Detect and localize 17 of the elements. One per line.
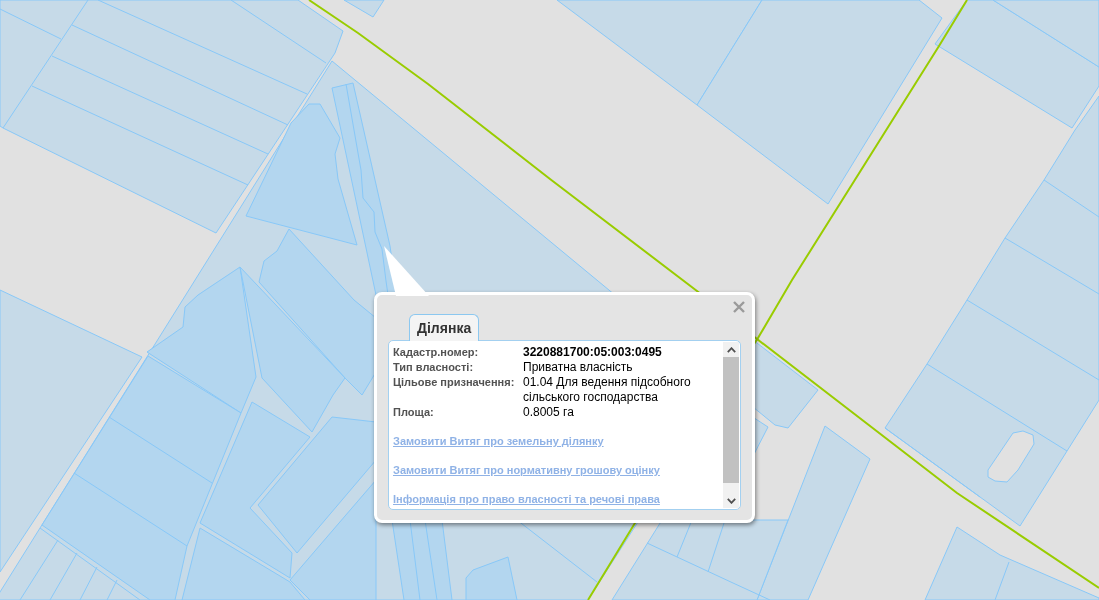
field-label: Цільове призначення: bbox=[393, 375, 516, 390]
scrollbar[interactable] bbox=[723, 342, 739, 508]
cadastral-number: 3220881700:05:003:0495 bbox=[523, 345, 662, 360]
field-label: Кадастр.номер: bbox=[393, 345, 480, 360]
field-value: 01.04 Для ведення підсобного сільського господарства bbox=[523, 375, 692, 405]
close-icon[interactable] bbox=[733, 301, 745, 313]
info-link[interactable]: Замовити Витяг про нормативну грошову оцінку bbox=[393, 464, 660, 476]
parcel-tab[interactable]: Ділянка bbox=[409, 314, 480, 341]
scroll-up-icon[interactable] bbox=[726, 347, 736, 353]
field-value: 0.8005 га bbox=[523, 405, 574, 420]
field-label: Площа: bbox=[393, 405, 435, 420]
info-link[interactable]: Інформація про право власності та речові права bbox=[393, 493, 660, 505]
scrollbar-thumb[interactable] bbox=[723, 357, 739, 483]
field-label: Тип власності: bbox=[393, 360, 475, 375]
field-value: Приватна власність bbox=[523, 360, 633, 375]
info-link[interactable]: Замовити Витяг про земельну ділянку bbox=[393, 435, 604, 447]
scroll-down-icon[interactable] bbox=[726, 498, 736, 504]
